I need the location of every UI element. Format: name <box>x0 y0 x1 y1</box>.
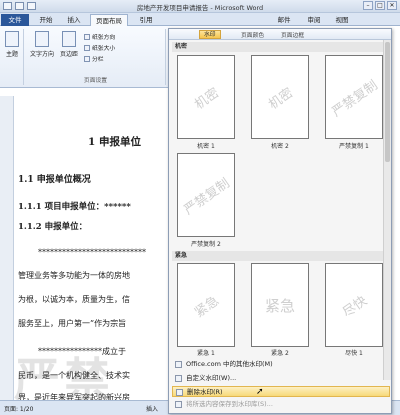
page-background-group: 水印 页面颜色 页面边框 <box>169 29 391 40</box>
custom-watermark-icon <box>175 375 182 382</box>
section-confidential: 机密 <box>172 42 390 52</box>
mouse-pointer-icon: ➚ <box>256 387 264 397</box>
window-title: 房地产开发项目申请报告 - Microsoft Word <box>136 4 264 12</box>
margins-icon <box>62 31 76 47</box>
gallery-scrollbar[interactable] <box>383 40 391 380</box>
thumb-label: 机密 2 <box>271 143 289 150</box>
heading-3a: 1.1.1 项目申报单位：****** <box>18 202 131 212</box>
thumb-label: 紧急 2 <box>271 350 289 357</box>
watermark-thumb-do-not-copy-1[interactable]: 严禁复制 <box>325 55 383 139</box>
tab-start[interactable]: 开始 <box>34 14 58 26</box>
themes-group: 主题 <box>2 29 24 85</box>
scrollbar-thumb[interactable] <box>385 42 390 162</box>
watermark-thumb-confidential-1[interactable]: 机密 <box>177 55 235 139</box>
title-bar: 房地产开发项目申请报告 - Microsoft Word – □ ✕ <box>0 0 400 13</box>
tab-mailings[interactable]: 邮件 <box>272 14 296 26</box>
document-area[interactable]: 1 申报单位 1.1 申报单位概况 1.1.1 项目申报单位：****** 1.… <box>14 88 174 400</box>
body-line-1: *************************** <box>38 248 146 257</box>
watermark-thumb-do-not-copy-2[interactable]: 严禁复制 <box>177 153 235 237</box>
heading-3b: 1.1.2 申报单位： <box>18 222 88 232</box>
ribbon: 主题 文字方向 页边距 纸张方向 纸张大小 分栏 页面设置 <box>0 26 170 88</box>
save-to-gallery-item[interactable]: 将所选内容保存到水印库(S)... <box>172 399 390 410</box>
section-urgent: 紧急 <box>172 251 390 261</box>
watermark-thumb-urgent-1[interactable]: 紧急 <box>177 263 235 347</box>
tab-references[interactable]: 引用 <box>134 14 158 26</box>
watermark-gallery: 水印 页面颜色 页面边框 机密 机密 机密 1 机密 机密 2 严禁复制 严禁复… <box>168 28 392 414</box>
vertical-ruler <box>0 96 14 400</box>
body-line-6: 民币，是一个机构健全、技术实 <box>18 371 130 380</box>
columns-button[interactable]: 分栏 <box>84 54 104 63</box>
page-color-button[interactable]: 页面颜色 <box>241 30 264 39</box>
close-button[interactable]: ✕ <box>387 1 397 10</box>
body-line-3: 为根，以诚为本，质量为生，信 <box>18 295 130 304</box>
size-icon <box>84 45 90 51</box>
heading-1: 1 申报单位 <box>88 136 141 148</box>
page-indicator[interactable]: 页面: 1/20 <box>4 404 33 413</box>
text-direction-icon <box>35 31 49 47</box>
remove-watermark-item[interactable]: 删除水印(R) <box>172 386 390 397</box>
tab-file[interactable]: 文件 <box>1 14 29 26</box>
themes-icon <box>5 31 19 47</box>
page-setup-group: 文字方向 页边距 纸张方向 纸张大小 分栏 页面设置 <box>26 29 166 85</box>
body-line-4: 服务至上，用户第一”作为宗旨 <box>18 319 127 328</box>
body-line-7: 界，是近年来异军突起的新兴房 <box>18 393 130 400</box>
page-setup-label: 页面设置 <box>83 78 108 84</box>
margins-button[interactable]: 页边距 <box>60 31 78 58</box>
page-border-button[interactable]: 页面边框 <box>281 30 304 39</box>
watermark-button[interactable]: 水印 <box>199 30 221 39</box>
more-watermarks-office-item[interactable]: Office.com 中的其他水印(M) <box>172 359 390 370</box>
office-icon <box>175 361 182 368</box>
thumb-label: 尽快 1 <box>345 350 363 357</box>
custom-watermark-item[interactable]: 自定义水印(W)... <box>172 373 390 384</box>
body-line-5: ****************成立于 <box>38 347 126 356</box>
heading-2: 1.1 申报单位概况 <box>18 175 91 185</box>
orientation-icon <box>84 34 90 40</box>
size-button[interactable]: 纸张大小 <box>84 43 115 52</box>
insert-mode[interactable]: 插入 <box>146 404 158 413</box>
tab-page-layout[interactable]: 页面布局 <box>90 14 128 26</box>
tab-view[interactable]: 视图 <box>330 14 354 26</box>
text-direction-button[interactable]: 文字方向 <box>30 31 54 58</box>
ribbon-tabs: 文件 开始 插入 页面布局 引用 邮件 审阅 视图 <box>0 13 400 26</box>
save-gallery-icon <box>175 401 182 408</box>
thumb-label: 严禁复制 2 <box>191 241 221 248</box>
thumb-label: 紧急 1 <box>197 350 215 357</box>
tab-review[interactable]: 审阅 <box>302 14 326 26</box>
watermark-thumb-asap-1[interactable]: 尽快 <box>325 263 383 347</box>
remove-watermark-icon <box>176 389 183 396</box>
tab-insert[interactable]: 插入 <box>62 14 86 26</box>
themes-button[interactable]: 主题 <box>5 31 19 58</box>
minimize-button[interactable]: – <box>363 1 373 10</box>
watermark-thumb-confidential-2[interactable]: 机密 <box>251 55 309 139</box>
body-line-2: 管理业务等多功能为一体的房地 <box>18 271 130 280</box>
thumb-label: 严禁复制 1 <box>339 143 369 150</box>
thumb-label: 机密 1 <box>197 143 215 150</box>
columns-icon <box>84 56 90 62</box>
maximize-button[interactable]: □ <box>375 1 385 10</box>
watermark-thumb-urgent-2[interactable]: 紧急 <box>251 263 309 347</box>
orientation-button[interactable]: 纸张方向 <box>84 32 115 41</box>
